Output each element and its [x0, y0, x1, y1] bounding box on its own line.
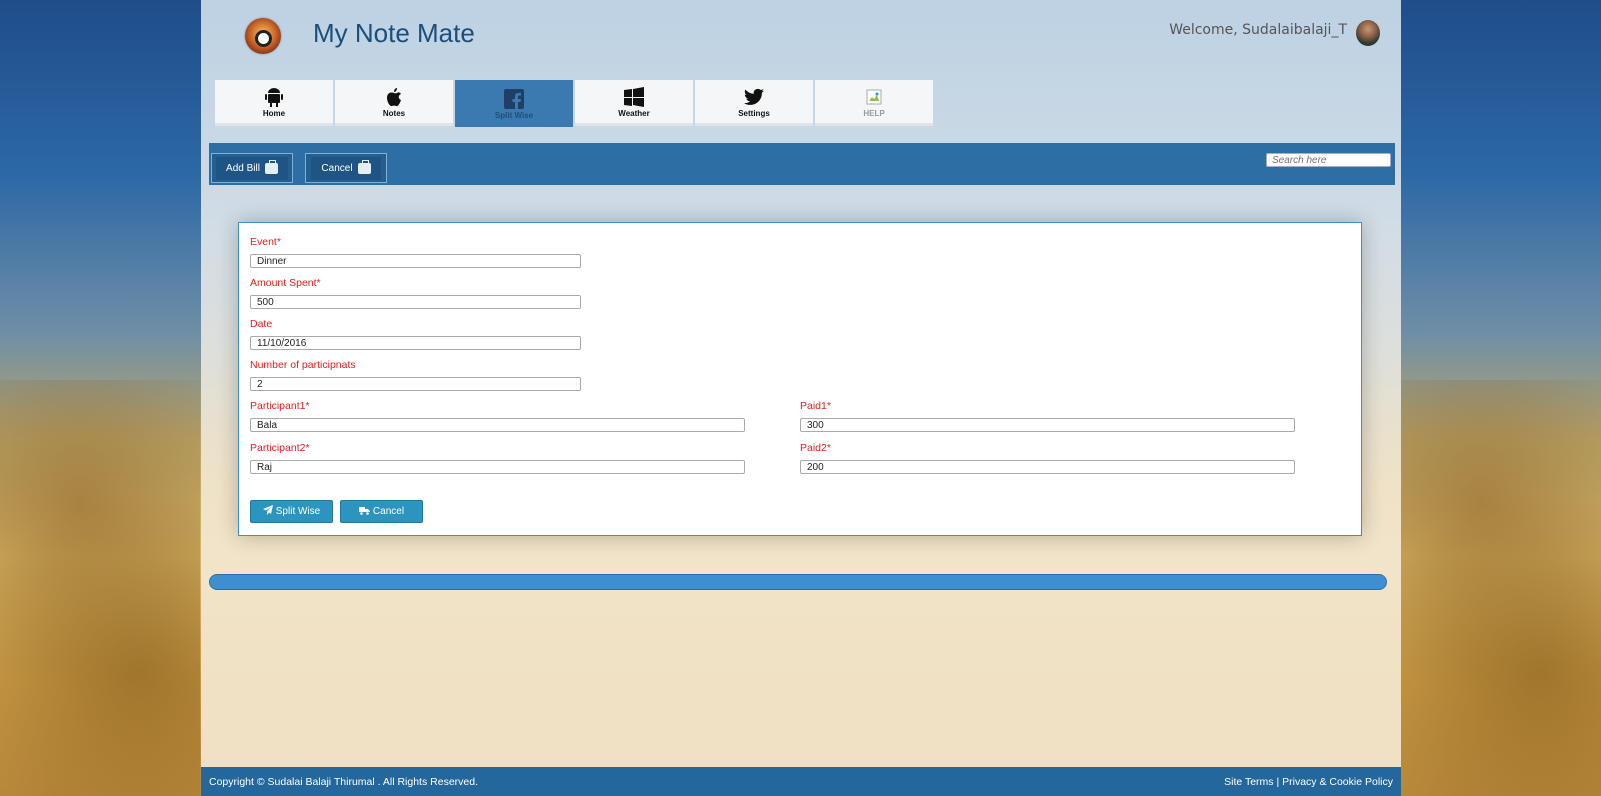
participant2-label: Participant2* — [250, 442, 310, 454]
copyright-text: Copyright © Sudalai Balaji Thirumal . Al… — [209, 776, 478, 788]
background-flowers-right — [1401, 380, 1601, 796]
split-wise-button[interactable]: Split Wise — [250, 500, 333, 523]
tab-label: Split Wise — [494, 111, 534, 120]
twitter-icon — [744, 86, 764, 108]
tab-settings[interactable]: Settings — [695, 80, 813, 126]
nav-divider — [215, 127, 1391, 128]
tab-help[interactable]: HELP — [815, 80, 933, 126]
participant1-label: Participant1* — [250, 400, 310, 412]
briefcase-icon — [357, 159, 371, 174]
tab-label: Notes — [382, 108, 406, 118]
paid1-label: Paid1* — [800, 400, 831, 412]
footer-links: Site Terms | Privacy & Cookie Policy — [1224, 776, 1393, 788]
progress-bar-fill — [210, 575, 1386, 589]
send-icon — [262, 505, 273, 518]
windows-icon — [624, 86, 644, 108]
tab-label: Home — [262, 108, 286, 118]
footer-separator: | — [1276, 776, 1280, 788]
split-wise-label: Split Wise — [275, 506, 321, 517]
date-label: Date — [250, 318, 273, 330]
toolbar-cancel-label: Cancel — [321, 162, 353, 174]
background-flowers-left — [0, 380, 200, 796]
add-bill-button[interactable]: Add Bill — [211, 153, 293, 183]
site-terms-link[interactable]: Site Terms — [1224, 776, 1273, 788]
truck-icon — [358, 506, 370, 518]
progress-bar — [209, 574, 1387, 590]
welcome-text: Welcome, Sudalaibalaji_T — [1169, 22, 1347, 38]
tab-weather[interactable]: Weather — [575, 80, 693, 126]
apple-icon — [384, 86, 404, 108]
participant1-field[interactable] — [250, 418, 745, 432]
tab-split-wise[interactable]: Split Wise — [455, 80, 573, 128]
paid1-field[interactable] — [800, 418, 1295, 432]
privacy-policy-link[interactable]: Privacy & Cookie Policy — [1282, 776, 1393, 788]
form-cancel-label: Cancel — [372, 506, 405, 517]
tab-label: HELP — [863, 108, 885, 118]
date-field[interactable] — [250, 336, 581, 350]
tab-notes[interactable]: Notes — [335, 80, 453, 126]
android-icon — [264, 86, 284, 108]
participants-count-label: Number of participnats — [250, 359, 356, 371]
event-label: Event* — [250, 236, 281, 248]
paid2-label: Paid2* — [800, 442, 831, 454]
footer: Copyright © Sudalai Balaji Thirumal . Al… — [201, 767, 1401, 796]
search-input[interactable] — [1266, 153, 1391, 167]
briefcase-icon — [264, 159, 278, 174]
event-field[interactable] — [250, 254, 581, 268]
paid2-field[interactable] — [800, 460, 1295, 474]
participants-count-field[interactable] — [250, 377, 581, 391]
form-cancel-button[interactable]: Cancel — [340, 500, 423, 523]
tab-label: Weather — [618, 108, 650, 118]
amount-field[interactable] — [250, 295, 581, 309]
broken-image-icon — [864, 86, 884, 108]
app-title: My Note Mate — [313, 18, 475, 48]
main-nav: Home Notes Split Wise Weather Settings H… — [215, 80, 935, 128]
page-container: My Note Mate Welcome, Sudalaibalaji_T Ho… — [201, 0, 1401, 796]
add-bill-label: Add Bill — [226, 162, 260, 174]
facebook-icon — [504, 88, 524, 110]
toolbar: Add Bill Cancel — [209, 143, 1395, 185]
avatar[interactable] — [1356, 20, 1380, 46]
amount-label: Amount Spent* — [250, 277, 321, 289]
toolbar-cancel-button[interactable]: Cancel — [305, 153, 387, 183]
split-bill-form: Event* Amount Spent* Date Number of part… — [238, 222, 1362, 536]
tab-home[interactable]: Home — [215, 80, 333, 126]
participant2-field[interactable] — [250, 460, 745, 474]
app-logo — [245, 18, 281, 54]
tab-label: Settings — [738, 108, 770, 118]
